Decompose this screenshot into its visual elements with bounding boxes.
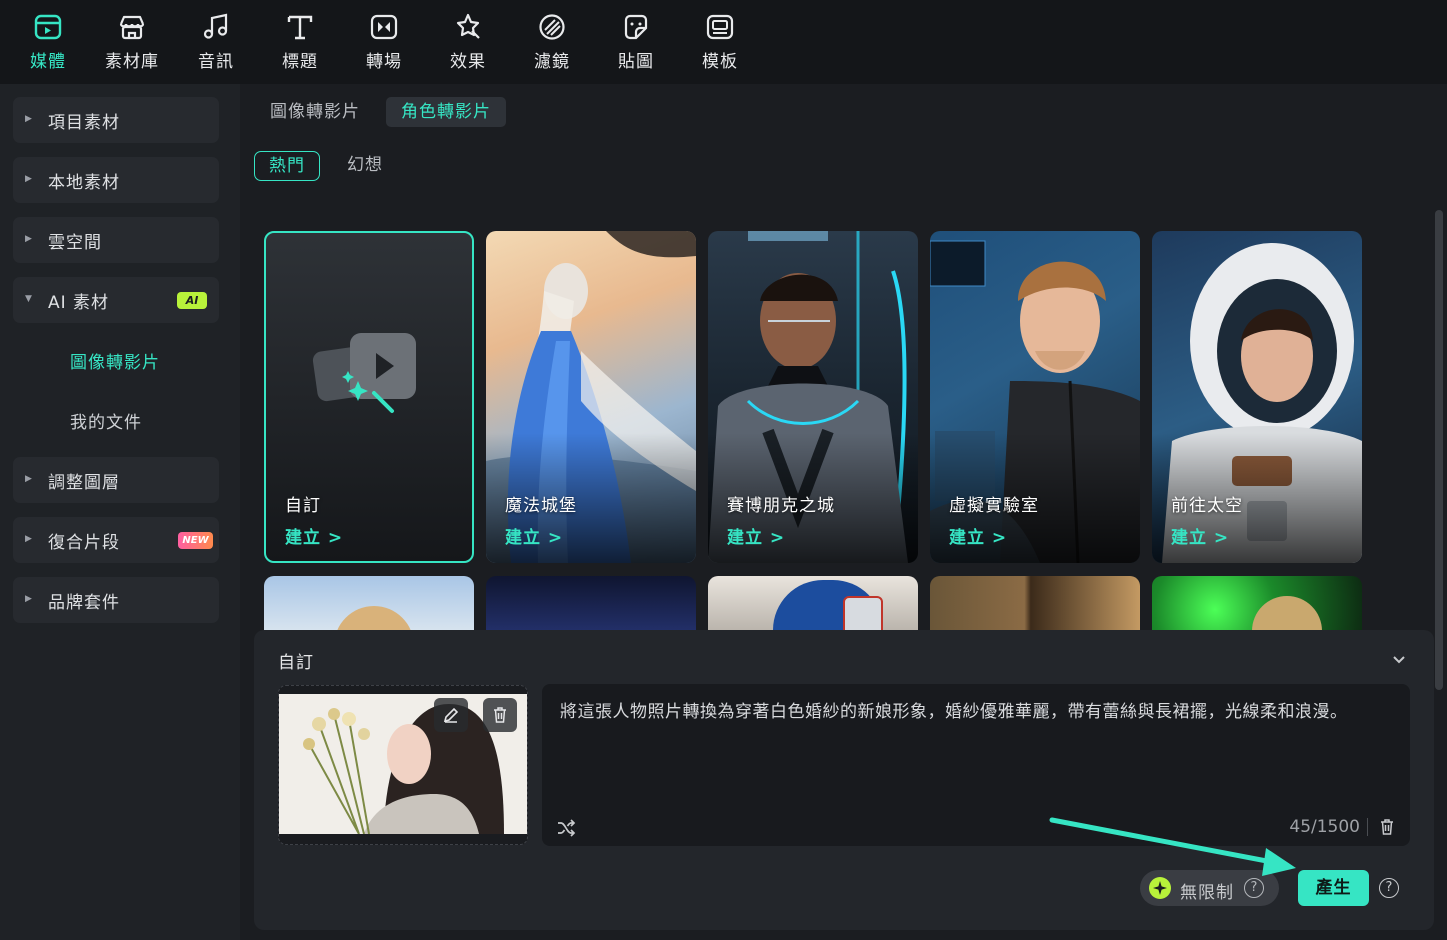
delete-image-button[interactable] <box>483 698 517 732</box>
sidebar-item-label: 雲空間 <box>48 232 102 253</box>
transition-icon <box>369 12 399 42</box>
new-badge: NEW <box>178 532 213 549</box>
sidebar-subitem-my-files[interactable]: 我的文件 <box>70 408 142 433</box>
toolbar-store[interactable]: 素材庫 <box>90 0 174 84</box>
ai-badge: AI <box>177 292 207 309</box>
custom-prompt-panel: 自訂 將這張人物照片轉換為穿著白色婚紗的新娘形象，婚紗優雅華麗，帶有蕾絲與長裙擺… <box>254 630 1434 930</box>
create-link[interactable]: 建立 > <box>505 523 563 548</box>
template-card-row2-1[interactable] <box>264 576 474 632</box>
create-link[interactable]: 建立 > <box>949 523 1007 548</box>
store-icon <box>117 12 147 42</box>
toolbar-template[interactable]: 模板 <box>678 0 762 84</box>
caret-right-icon: ▶ <box>25 174 32 184</box>
template-card-row2-3[interactable] <box>708 576 918 632</box>
image-to-video-icon <box>312 331 422 421</box>
tab-character-to-video[interactable]: 角色轉影片 <box>386 97 506 127</box>
sidebar-item-label: 調整圖層 <box>48 472 120 493</box>
template-card-row2-2[interactable] <box>486 576 696 632</box>
template-card-cyberpunk-city[interactable]: 賽博朋克之城 建立 > <box>708 231 918 563</box>
toolbar-media[interactable]: 媒體 <box>6 0 90 84</box>
toolbar-sticker[interactable]: 貼圖 <box>594 0 678 84</box>
media-icon <box>33 12 63 42</box>
card-image <box>334 606 414 632</box>
sidebar-item-label: 項目素材 <box>48 112 120 133</box>
template-icon <box>705 12 735 42</box>
create-link[interactable]: 建立 > <box>727 523 785 548</box>
toolbar-label: 轉場 <box>366 52 402 72</box>
caret-right-icon: ▶ <box>25 594 32 604</box>
toolbar-filter[interactable]: 濾鏡 <box>510 0 594 84</box>
toolbar-label: 模板 <box>702 52 738 72</box>
clear-prompt-button[interactable] <box>1378 818 1396 836</box>
music-icon <box>201 12 231 42</box>
sidebar-item-label: 品牌套件 <box>48 592 120 613</box>
template-card-row2-4[interactable] <box>930 576 1140 632</box>
sidebar-item-label: 復合片段 <box>48 532 120 553</box>
chevron-down-icon[interactable] <box>1390 650 1408 668</box>
top-toolbar: 媒體 素材庫 音訊 標題 轉場 效果 濾鏡 貼圖 模板 <box>0 0 1447 84</box>
caret-right-icon: ▶ <box>25 114 32 124</box>
card-title: 賽博朋克之城 <box>727 496 835 516</box>
help-icon[interactable]: ? <box>1379 878 1399 898</box>
toolbar-effects[interactable]: 效果 <box>426 0 510 84</box>
tab-image-to-video[interactable]: 圖像轉影片 <box>255 97 375 127</box>
sidebar-item-label: 本地素材 <box>48 172 120 193</box>
generate-button[interactable]: 產生 <box>1298 870 1369 906</box>
uploaded-image[interactable] <box>278 685 528 845</box>
sidebar-item-label: AI 素材 <box>48 292 110 313</box>
panel-title: 自訂 <box>278 653 314 673</box>
toolbar-label: 標題 <box>282 52 318 72</box>
shuffle-icon[interactable] <box>556 818 576 838</box>
template-card-row2-5[interactable] <box>1152 576 1362 632</box>
sidebar-item-adjustment-layer[interactable]: ▶ 調整圖層 <box>13 457 219 503</box>
title-icon <box>285 12 315 42</box>
card-title: 前往太空 <box>1171 496 1243 516</box>
toolbar-label: 素材庫 <box>105 52 159 72</box>
filter-icon <box>537 12 567 42</box>
sticker-icon <box>621 12 651 42</box>
create-link[interactable]: 建立 > <box>1171 523 1229 548</box>
toolbar-label: 濾鏡 <box>534 52 570 72</box>
toolbar-label: 效果 <box>450 52 486 72</box>
sidebar-subitem-image-to-video[interactable]: 圖像轉影片 <box>70 348 160 373</box>
sidebar-item-brand-kit[interactable]: ▶ 品牌套件 <box>13 577 219 623</box>
effects-icon <box>453 12 483 42</box>
toolbar-label: 音訊 <box>198 52 234 72</box>
toolbar-label: 媒體 <box>30 52 66 72</box>
caret-down-icon: ▼ <box>25 294 32 304</box>
trash-icon <box>1381 819 1393 835</box>
create-link[interactable]: 建立 > <box>285 523 343 548</box>
sidebar-item-ai-media[interactable]: ▼ AI 素材 AI <box>13 277 219 323</box>
toolbar-audio[interactable]: 音訊 <box>174 0 258 84</box>
caret-right-icon: ▶ <box>25 534 32 544</box>
card-title: 虛擬實驗室 <box>949 496 1039 516</box>
card-image <box>1252 596 1322 632</box>
sidebar-item-local-media[interactable]: ▶ 本地素材 <box>13 157 219 203</box>
sidebar-item-cloud[interactable]: ▶ 雲空間 <box>13 217 219 263</box>
trash-icon <box>494 707 506 723</box>
card-title: 自訂 <box>285 496 321 516</box>
card-image <box>843 596 883 632</box>
toolbar-transition[interactable]: 轉場 <box>342 0 426 84</box>
toolbar-label: 貼圖 <box>618 52 654 72</box>
template-card-magic-castle[interactable]: 魔法城堡 建立 > <box>486 231 696 563</box>
sidebar: ▶ 項目素材 ▶ 本地素材 ▶ 雲空間 ▼ AI 素材 AI 圖像轉影片 我的文… <box>0 84 240 940</box>
prompt-text: 將這張人物照片轉換為穿著白色婚紗的新娘形象，婚紗優雅華麗，帶有蕾絲與長裙擺，光線… <box>560 702 1348 722</box>
annotation-arrow <box>1049 817 1296 876</box>
toolbar-title[interactable]: 標題 <box>258 0 342 84</box>
pencil-icon <box>443 707 459 723</box>
caret-right-icon: ▶ <box>25 234 32 244</box>
caret-right-icon: ▶ <box>25 474 32 484</box>
scrollbar[interactable] <box>1435 210 1443 690</box>
card-title: 魔法城堡 <box>505 496 577 516</box>
template-card-go-to-space[interactable]: 前往太空 建立 > <box>1152 231 1362 563</box>
chip-popular[interactable]: 熱門 <box>254 151 320 181</box>
sidebar-item-compound-clip[interactable]: ▶ 復合片段 NEW <box>13 517 219 563</box>
template-card-custom[interactable]: 自訂 建立 > <box>264 231 474 563</box>
edit-image-button[interactable] <box>434 698 468 732</box>
template-card-virtual-lab[interactable]: 虛擬實驗室 建立 > <box>930 231 1140 563</box>
sidebar-item-project-media[interactable]: ▶ 項目素材 <box>13 97 219 143</box>
chip-fantasy[interactable]: 幻想 <box>333 151 397 181</box>
divider <box>1367 818 1368 836</box>
